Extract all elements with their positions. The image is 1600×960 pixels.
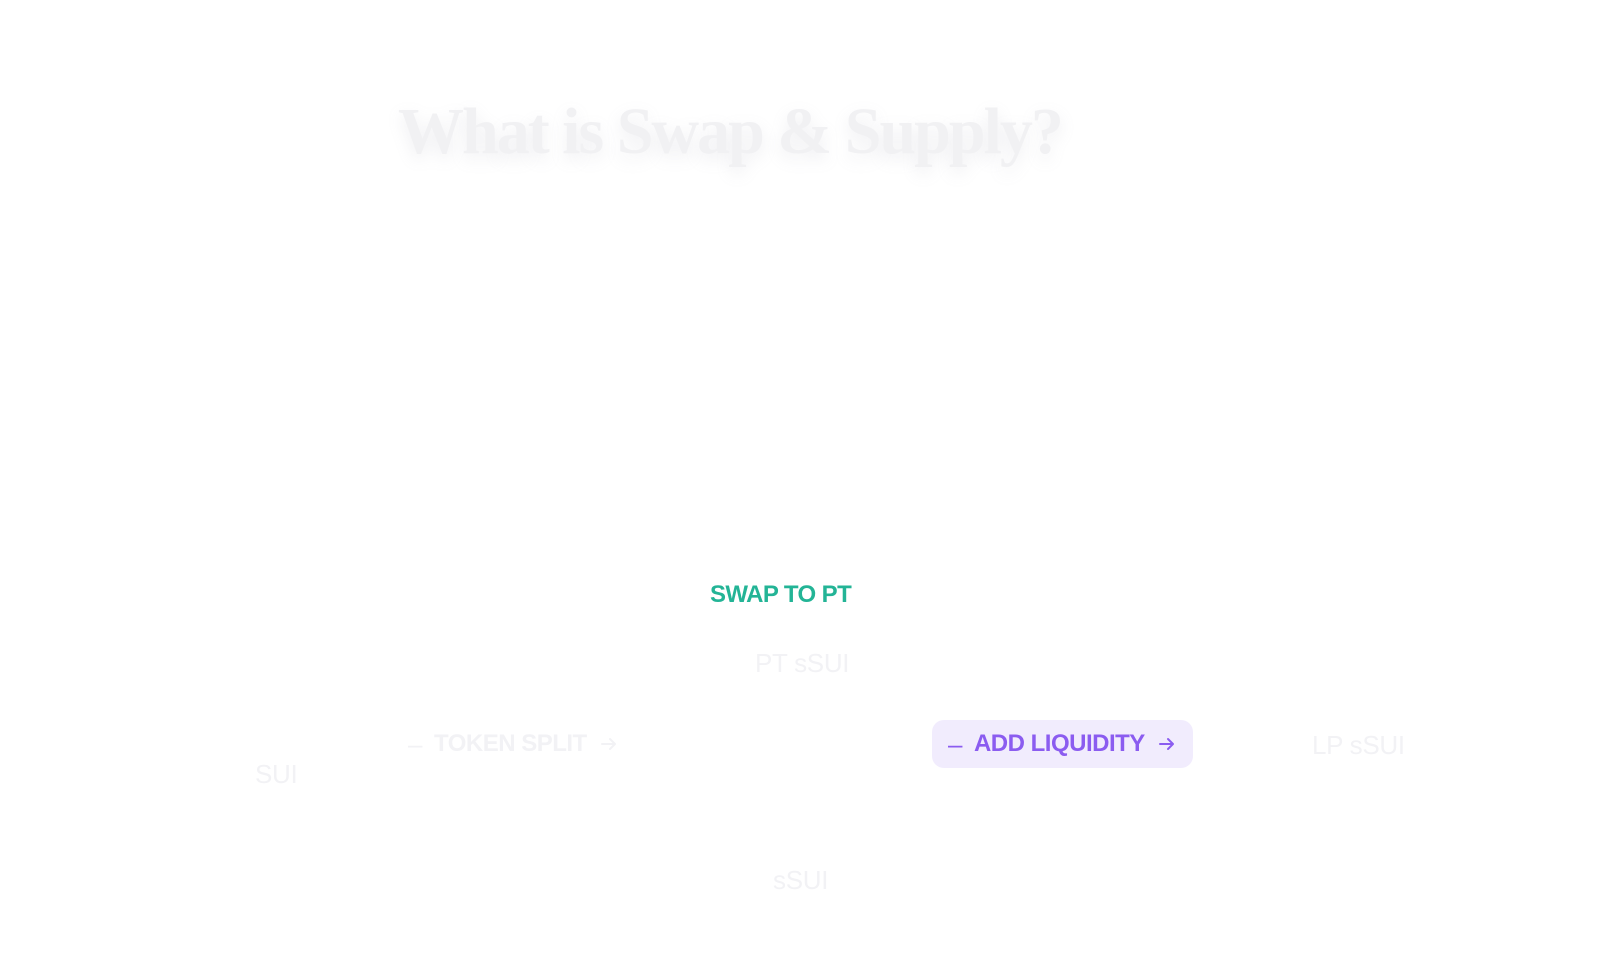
arrow-right-icon <box>599 734 619 754</box>
arrow-right-icon <box>1157 734 1177 754</box>
pt-token-label: PT sSUI <box>755 648 850 678</box>
minus-icon: – <box>408 729 422 759</box>
add-liquidity-step: – ADD LIQUIDITY <box>932 720 1193 768</box>
ssui-token-label: sSUI <box>773 865 829 895</box>
page-title: What is Swap & Supply? <box>398 95 1064 169</box>
token-split-label: TOKEN SPLIT <box>433 730 587 757</box>
swap-to-pt-label: SWAP TO PT <box>710 581 852 608</box>
add-liquidity-label: ADD LIQUIDITY <box>973 730 1145 757</box>
sui-token-label: SUI <box>255 759 298 789</box>
lp-token-label: LP sSUI <box>1312 730 1405 760</box>
minus-icon: – <box>948 729 962 759</box>
token-split-step: – TOKEN SPLIT <box>408 720 619 768</box>
